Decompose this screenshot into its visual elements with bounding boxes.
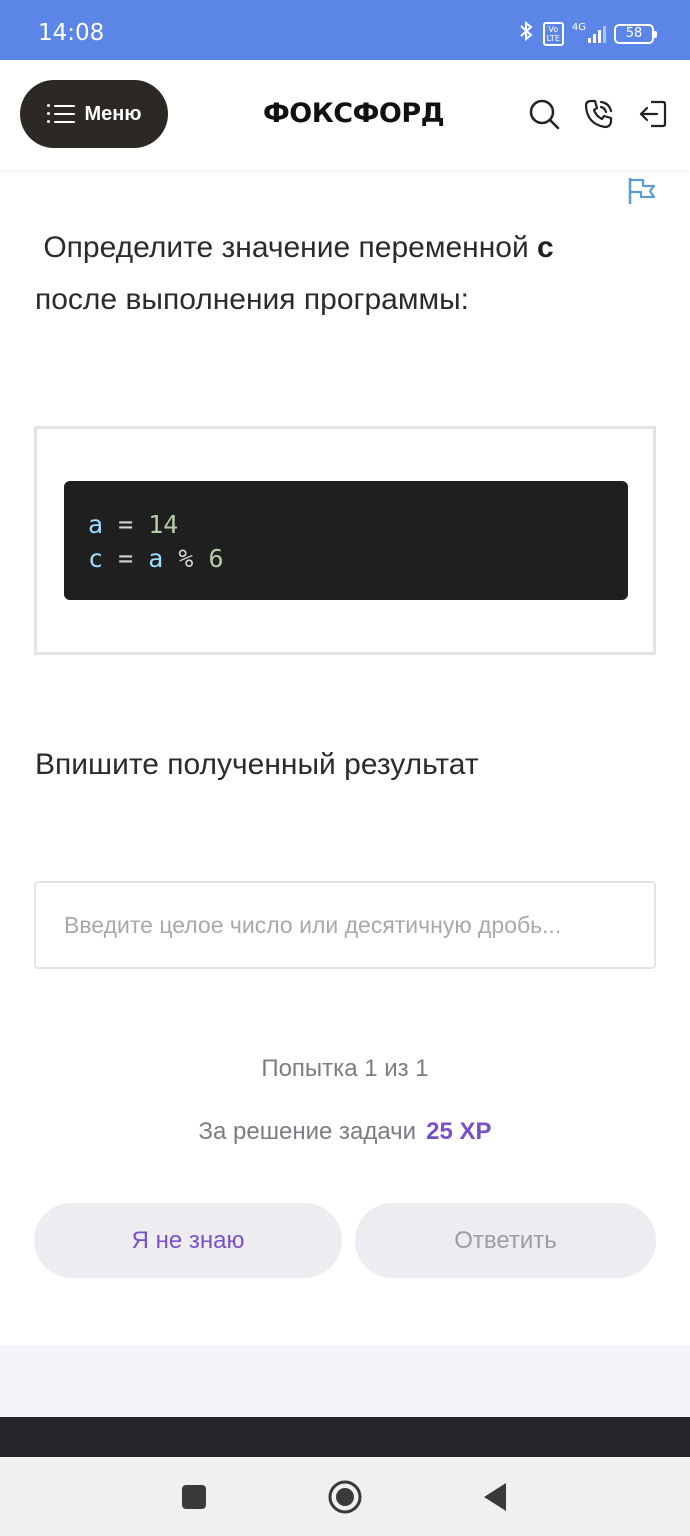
- logout-icon[interactable]: [637, 98, 669, 130]
- question-variable: c: [537, 231, 554, 264]
- system-navigation-bar: [0, 1457, 690, 1536]
- reward-info: За решение задачи 25 XP: [0, 1118, 690, 1146]
- code-line-1: a = 14: [88, 508, 628, 542]
- submit-answer-button[interactable]: Ответить: [355, 1203, 656, 1278]
- code-frame: a = 14 c = a % 6: [34, 426, 656, 655]
- network-type-label: 4G: [571, 22, 586, 33]
- phone-icon[interactable]: [583, 98, 615, 130]
- menu-button-label: Меню: [84, 102, 142, 125]
- answer-prompt: Впишите полученный результат: [35, 748, 479, 781]
- code-token: a: [148, 544, 164, 573]
- battery-icon: 58: [614, 23, 657, 44]
- foxford-logo[interactable]: ФОКСФОРД: [263, 98, 445, 129]
- search-icon[interactable]: [528, 98, 560, 130]
- bluetooth-icon: [517, 20, 535, 47]
- code-token: =: [103, 510, 149, 539]
- report-flag-icon[interactable]: [627, 176, 657, 206]
- reward-xp: 25 XP: [426, 1118, 492, 1145]
- question-suffix: после выполнения программы:: [35, 283, 469, 316]
- code-token: %: [163, 544, 209, 573]
- dark-footer-band: [0, 1417, 690, 1457]
- reward-label: За решение задачи: [198, 1118, 417, 1145]
- signal-icon: [588, 25, 606, 43]
- status-bar: 14:08 Vo LTE 4G 58: [0, 0, 690, 60]
- page-footer-area: [0, 1345, 690, 1417]
- code-token: 14: [148, 510, 179, 539]
- code-line-2: c = a % 6: [88, 542, 628, 576]
- question-text: Определите значение переменной c после в…: [35, 222, 595, 326]
- attempt-counter: Попытка 1 из 1: [261, 1055, 429, 1082]
- home-icon[interactable]: [325, 1477, 365, 1517]
- dont-know-button[interactable]: Я не знаю: [34, 1203, 342, 1278]
- status-time: 14:08: [38, 20, 105, 46]
- recent-apps-icon[interactable]: [174, 1477, 214, 1517]
- back-icon[interactable]: [476, 1477, 516, 1517]
- code-token: =: [103, 544, 149, 573]
- code-block: a = 14 c = a % 6: [64, 481, 628, 600]
- menu-list-icon: [46, 104, 75, 124]
- code-token: a: [88, 510, 104, 539]
- app-header: Меню ФОКСФОРД: [0, 60, 690, 170]
- code-token: 6: [208, 544, 224, 573]
- question-prefix: Определите значение переменной: [35, 231, 538, 264]
- menu-button[interactable]: Меню: [20, 80, 168, 148]
- answer-input[interactable]: [34, 881, 656, 969]
- status-icons: Vo LTE 4G 58: [517, 20, 657, 47]
- code-token: c: [88, 544, 104, 573]
- volte-icon: Vo LTE: [542, 21, 564, 46]
